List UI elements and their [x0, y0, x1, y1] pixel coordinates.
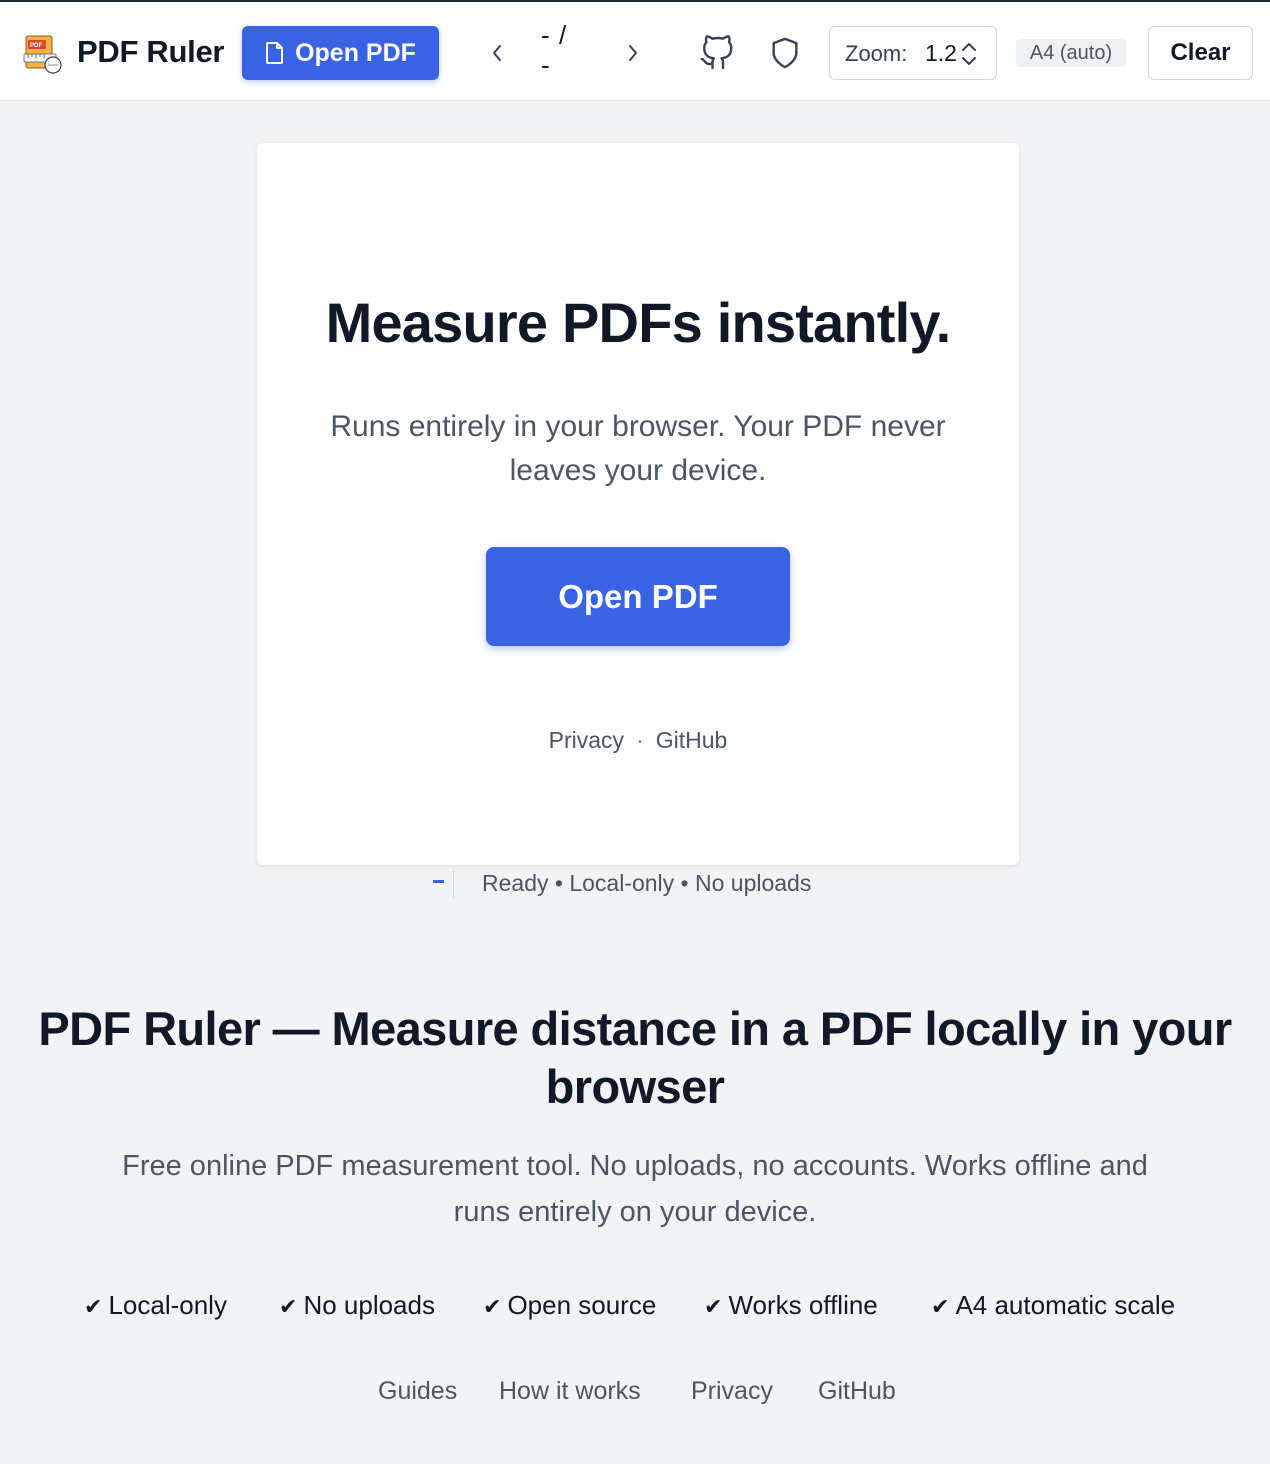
github-link[interactable] [699, 34, 735, 72]
measurement-readout [433, 880, 444, 883]
app-title: PDF Ruler [77, 34, 225, 69]
clear-button[interactable]: Clear [1148, 26, 1253, 80]
previous-page-button[interactable] [482, 34, 512, 72]
zoom-control[interactable]: Zoom: 1.2 [829, 26, 997, 80]
feature-label: Open source [507, 1290, 657, 1320]
card-github-link[interactable]: GitHub [656, 727, 728, 753]
status-text: Ready • Local-only • No uploads [482, 870, 812, 896]
privacy-link[interactable] [768, 34, 802, 72]
github-icon [700, 35, 733, 70]
open-pdf-label: Open PDF [295, 38, 416, 67]
feature-item: ✔ Open source [483, 1290, 656, 1321]
page-separator: / [559, 20, 567, 50]
footer-link-privacy[interactable]: Privacy [691, 1377, 773, 1406]
feature-item: ✔ Works offline [704, 1290, 878, 1321]
hero-title: Measure PDFs instantly. [325, 291, 952, 354]
app-logo-icon: PDF [22, 32, 62, 74]
status-divider [453, 870, 454, 898]
footer-link-guides[interactable]: Guides [378, 1377, 457, 1406]
open-pdf-button[interactable]: Open PDF [242, 26, 439, 80]
link-separator: · [636, 727, 644, 753]
card-privacy-link[interactable]: Privacy [549, 727, 624, 753]
check-icon: ✔ [84, 1294, 103, 1319]
chevron-left-icon [493, 45, 501, 61]
seo-description: Free online PDF measurement tool. No upl… [122, 1150, 1148, 1228]
zoom-stepper-icon[interactable] [960, 39, 978, 69]
feature-item: ✔ No uploads [279, 1290, 435, 1321]
open-pdf-main-button[interactable]: Open PDF [486, 547, 790, 646]
page-current: - [541, 20, 550, 50]
footer-nav: Guides How it works Privacy GitHub [0, 1377, 1270, 1409]
check-icon: ✔ [931, 1294, 950, 1319]
feature-item: ✔ A4 automatic scale [931, 1290, 1175, 1321]
hero-subtitle: Runs entirely in your browser. Your PDF … [330, 410, 946, 487]
next-page-button[interactable] [618, 34, 648, 72]
file-icon [266, 42, 284, 64]
drop-zone-card[interactable]: Measure PDFs instantly. Runs entirely in… [257, 143, 1019, 865]
feature-label: No uploads [303, 1290, 435, 1320]
feature-label: Works offline [728, 1290, 878, 1320]
zoom-label: Zoom: [845, 41, 908, 66]
svg-text:PDF: PDF [30, 43, 42, 49]
feature-list: ✔ Local-only ✔ No uploads ✔ Open source ✔ Wo… [0, 1290, 1270, 1326]
feature-label: Local-only [108, 1290, 227, 1320]
feature-item: ✔ Local-only [84, 1290, 227, 1321]
chevron-right-icon [629, 45, 637, 61]
check-icon: ✔ [279, 1294, 298, 1319]
page-indicator: - / - [537, 20, 577, 82]
footer-link-how-it-works[interactable]: How it works [499, 1377, 641, 1406]
feature-label: A4 automatic scale [955, 1290, 1176, 1320]
paper-size-badge: A4 (auto) [1016, 39, 1126, 67]
zoom-input[interactable]: 1.2 [925, 40, 957, 67]
footer-link-github[interactable]: GitHub [818, 1377, 896, 1406]
card-links: Privacy · GitHub [257, 727, 1019, 754]
check-icon: ✔ [483, 1294, 502, 1319]
shield-icon [772, 37, 798, 69]
seo-heading: PDF Ruler — Measure distance in a PDF lo… [38, 1002, 1232, 1113]
check-icon: ✔ [704, 1294, 723, 1319]
top-toolbar: PDF PDF Ruler Open PDF - / - Zoom: 1.2 A… [0, 0, 1270, 101]
page-total: - [541, 50, 550, 80]
